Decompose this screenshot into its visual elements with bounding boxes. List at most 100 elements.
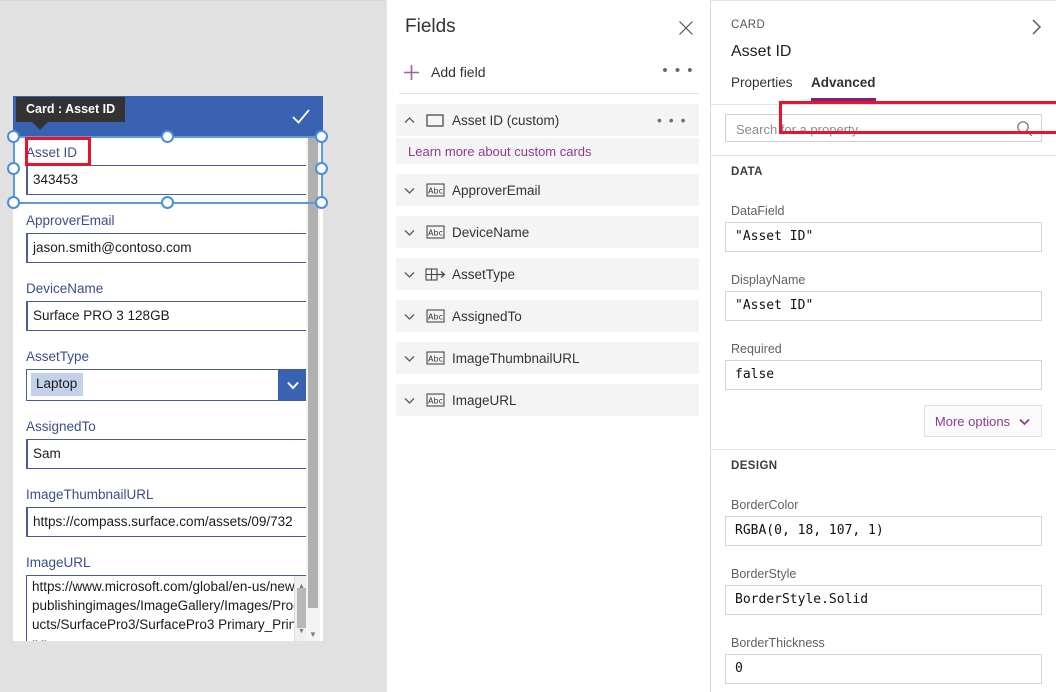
field-dropdown[interactable]: Laptop: [26, 369, 309, 401]
tab-advanced[interactable]: Advanced: [811, 75, 876, 101]
field-input[interactable]: https://compass.surface.com/assets/09/73…: [26, 507, 309, 537]
resize-handle-bottom-center[interactable]: [161, 196, 174, 209]
panel-eyebrow: CARD: [731, 19, 765, 31]
chevron-down-icon[interactable]: [278, 370, 308, 400]
field-name: ImageThumbnailURL: [452, 351, 580, 366]
field-row-asset-id-custom[interactable]: Asset ID (custom) • • •: [396, 104, 699, 136]
chevron-down-icon[interactable]: [396, 352, 422, 365]
scroll-down-arrow-icon[interactable]: ▼: [298, 622, 305, 641]
abc-text-icon: Abc: [422, 351, 448, 365]
svg-text:Abc: Abc: [428, 313, 443, 322]
highlight-box-asset-id-custom-row: [779, 101, 1056, 134]
field-row-imageurl[interactable]: Abc ImageURL: [396, 384, 699, 416]
property-label: DataField: [731, 204, 1042, 218]
property-label: BorderColor: [731, 498, 1042, 512]
data-section-header: DATA: [731, 166, 763, 178]
app-canvas[interactable]: Asset ID 343453 ApproverEmail jason.smit…: [0, 0, 386, 692]
close-icon[interactable]: [674, 16, 698, 40]
form-field-assettype[interactable]: AssetType Laptop: [26, 348, 309, 401]
add-field-label: Add field: [431, 64, 485, 80]
field-name: DeviceName: [452, 225, 529, 240]
more-options-button[interactable]: More options: [924, 405, 1042, 437]
form-field-assignedto[interactable]: AssignedTo Sam: [26, 418, 309, 469]
property-label: BorderStyle: [731, 567, 1042, 581]
field-row-assettype[interactable]: AssetType: [396, 258, 699, 290]
property-value[interactable]: "Asset ID": [725, 291, 1042, 321]
property-label: Required: [731, 342, 1042, 356]
field-row-imagethumbnailurl[interactable]: Abc ImageThumbnailURL: [396, 342, 699, 374]
resize-handle-middle-left[interactable]: [7, 162, 20, 175]
field-textarea[interactable]: https://www.microsoft.com/global/en-us/n…: [26, 575, 309, 641]
abc-text-icon: Abc: [422, 225, 448, 239]
property-label: BorderThickness: [731, 636, 1042, 650]
tab-properties[interactable]: Properties: [731, 75, 793, 98]
scroll-down-arrow-icon[interactable]: ▼: [309, 630, 317, 639]
form-field-devicename[interactable]: DeviceName Surface PRO 3 128GB: [26, 280, 309, 331]
form-scrollbar[interactable]: ▼: [306, 136, 320, 641]
resize-handle-bottom-left[interactable]: [7, 196, 20, 209]
field-label: DeviceName: [26, 280, 309, 298]
field-name: AssetType: [452, 267, 515, 282]
field-name: ImageURL: [452, 393, 517, 408]
chevron-right-icon[interactable]: [1024, 15, 1048, 39]
learn-more-label: Learn more about custom cards: [408, 144, 592, 159]
ellipsis-icon[interactable]: • • •: [662, 62, 694, 79]
abc-text-icon: Abc: [422, 309, 448, 323]
field-input[interactable]: Surface PRO 3 128GB: [26, 301, 309, 331]
field-name: ApproverEmail: [452, 183, 541, 198]
divider: [711, 449, 1056, 450]
property-required[interactable]: Required false: [725, 342, 1042, 390]
plus-icon: [403, 64, 420, 81]
chevron-down-icon[interactable]: [396, 394, 422, 407]
panel-tabs: Properties Advanced: [711, 75, 1056, 103]
more-options-label: More options: [935, 414, 1010, 429]
chevron-down-icon[interactable]: [396, 184, 422, 197]
resize-handle-top-center[interactable]: [161, 130, 174, 143]
scrollbar-thumb[interactable]: [308, 138, 318, 608]
form-fields-container: Asset ID 343453 ApproverEmail jason.smit…: [13, 136, 323, 641]
svg-text:Abc: Abc: [428, 229, 443, 238]
checkmark-icon[interactable]: [289, 104, 313, 128]
chevron-down-icon[interactable]: [396, 310, 422, 323]
form-field-imagethumbnailurl[interactable]: ImageThumbnailURL https://compass.surfac…: [26, 486, 309, 537]
panel-title: Asset ID: [731, 43, 791, 61]
property-value[interactable]: 0: [725, 654, 1042, 684]
ellipsis-icon[interactable]: • • •: [657, 112, 687, 128]
svg-text:Abc: Abc: [428, 355, 443, 364]
divider: [711, 155, 1056, 156]
property-value[interactable]: "Asset ID": [725, 222, 1042, 252]
form-field-approveremail[interactable]: ApproverEmail jason.smith@contoso.com: [26, 212, 309, 263]
resize-handle-top-left[interactable]: [7, 130, 20, 143]
highlight-box-asset-id-label: [25, 137, 91, 166]
resize-handle-bottom-right[interactable]: [315, 196, 328, 209]
resize-handle-middle-right[interactable]: [315, 162, 328, 175]
property-borderstyle[interactable]: BorderStyle BorderStyle.Solid: [725, 567, 1042, 615]
resize-handle-top-right[interactable]: [315, 130, 328, 143]
field-input[interactable]: Sam: [26, 439, 309, 469]
property-value[interactable]: BorderStyle.Solid: [725, 585, 1042, 615]
field-label: ImageThumbnailURL: [26, 486, 309, 504]
field-input[interactable]: jason.smith@contoso.com: [26, 233, 309, 263]
chevron-up-icon[interactable]: [396, 114, 422, 127]
property-datafield[interactable]: DataField "Asset ID": [725, 204, 1042, 252]
property-borderthickness[interactable]: BorderThickness 0: [725, 636, 1042, 684]
chevron-down-icon: [1018, 415, 1031, 428]
learn-more-link[interactable]: Learn more about custom cards: [396, 138, 699, 164]
field-row-approveremail[interactable]: Abc ApproverEmail: [396, 174, 699, 206]
design-section-header: DESIGN: [731, 460, 778, 472]
field-row-assignedto[interactable]: Abc AssignedTo: [396, 300, 699, 332]
field-name: AssignedTo: [452, 309, 522, 324]
form-field-imageurl[interactable]: ImageURL https://www.microsoft.com/globa…: [26, 554, 309, 641]
field-label: ImageURL: [26, 554, 309, 572]
property-displayname[interactable]: DisplayName "Asset ID": [725, 273, 1042, 321]
property-value[interactable]: RGBA(0, 18, 107, 1): [725, 516, 1042, 546]
chevron-down-icon[interactable]: [396, 268, 422, 281]
svg-text:Abc: Abc: [428, 397, 443, 406]
field-row-devicename[interactable]: Abc DeviceName: [396, 216, 699, 248]
field-input[interactable]: 343453: [26, 165, 309, 195]
property-value[interactable]: false: [725, 360, 1042, 390]
fields-panel: Fields Add field • • • Asset ID (custom)…: [386, 0, 711, 692]
chevron-down-icon[interactable]: [396, 226, 422, 239]
property-bordercolor[interactable]: BorderColor RGBA(0, 18, 107, 1): [725, 498, 1042, 546]
field-label: ApproverEmail: [26, 212, 309, 230]
